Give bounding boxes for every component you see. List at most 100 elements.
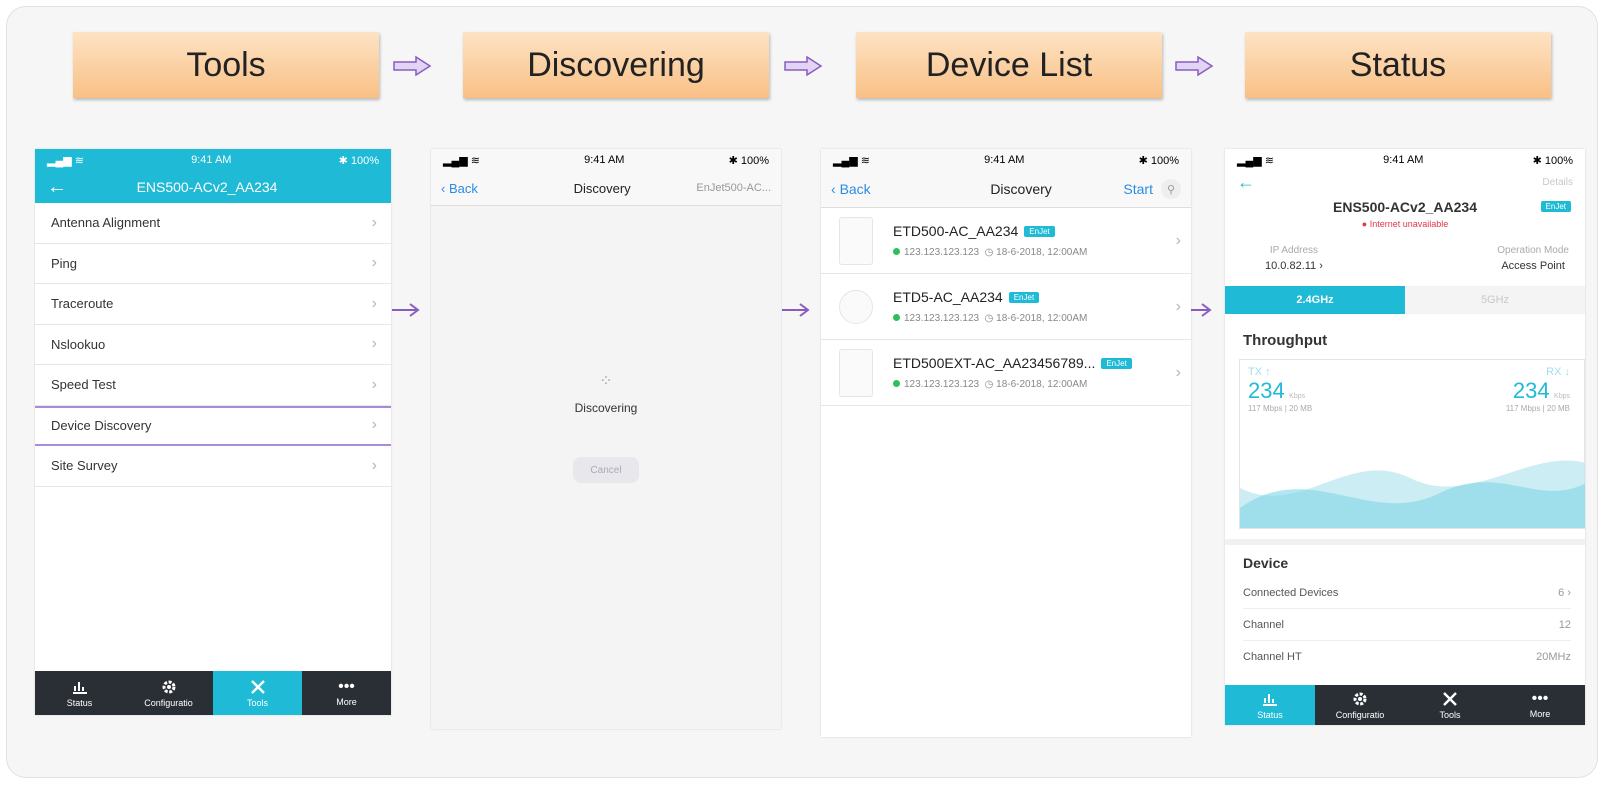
flow-arrow-icon [1175,55,1214,77]
back-arrow-icon[interactable]: ← [47,176,107,199]
status-bar: ▂▄▆ ≋ 9:41 AM ✱ 100% [35,149,391,171]
menu-item-label: Antenna Alignment [51,215,161,231]
tab-more[interactable]: ••• More [1495,685,1585,725]
tab-label: Status [1257,709,1283,720]
tx-unit: Kbps [1289,393,1306,400]
row-label: Channel [1243,618,1284,631]
search-icon[interactable]: ⚲ [1160,179,1181,199]
nav-bar: ← Details [1225,171,1585,193]
device-section-title: Device [1243,555,1289,571]
rx-unit: Kbps [1554,393,1570,400]
battery-text: ✱ 100% [728,154,769,167]
tab-2-4ghz[interactable]: 2.4GHz [1225,286,1405,314]
cancel-button[interactable]: Cancel [573,457,639,483]
tab-status[interactable]: Status [1225,685,1315,725]
device-row[interactable]: ETD500EXT-AC_AA23456789... EnJet 123.123.… [821,340,1191,406]
device-badge: EnJet [1101,358,1132,370]
page-title: Discovery [990,181,1052,197]
tab-more[interactable]: ••• More [302,671,391,715]
tab-configuration[interactable]: Configuratio [1315,685,1405,725]
back-arrow-icon[interactable]: ← [1237,172,1255,193]
start-button[interactable]: Start [1123,181,1153,197]
back-label: Back [839,181,871,197]
device-name-label: EnJet500-AC... [696,182,771,194]
device-badge: EnJet [1540,201,1571,212]
device-summary: ENS500-ACv2_AA234 EnJet ● Internet unava… [1225,193,1585,229]
menu-item-device-discovery[interactable]: Device Discovery › [35,405,391,446]
flow-arrow-icon [393,55,432,77]
tab-bar: Status Configuratio Tools ••• More [1225,685,1585,725]
row-value: 20MHz [1536,651,1571,663]
chevron-right-icon: › [371,335,377,353]
tab-5ghz[interactable]: 5GHz [1405,286,1585,314]
device-name: ENS500-ACv2_AA234 [1333,199,1477,215]
tab-bar: Status Configuratio Tools ••• More [35,671,391,715]
throughput-wave [1240,460,1585,528]
tab-label: Configuratio [144,697,193,708]
chevron-right-icon: › [371,416,377,434]
menu-item-label: Device Discovery [51,417,152,433]
mode-value: Access Point [1501,260,1565,272]
slide-frame: Tools Discovering Device List Status ▂▄▆… [6,6,1598,778]
tools-icon [1443,691,1457,706]
back-button[interactable]: ‹ Back [441,181,478,196]
status-chart-icon [1263,693,1277,706]
tools-icon [250,679,265,694]
info-row-connected-devices[interactable]: Connected Devices 6 › [1243,577,1571,609]
device-name: ETD500-AC_AA234 [893,223,1019,239]
phone-discovering: ▂▄▆ ≋ 9:41 AM ✱ 100% ‹ Back Discovery En… [431,149,781,729]
time-text: 9:41 AM [984,154,1025,166]
device-ip: 123.123.123.123 [904,247,980,258]
tab-tools[interactable]: Tools [1405,685,1495,725]
chevron-right-icon: › [371,456,377,474]
device-time: ◷ 18-6-2018, 12:00AM [984,247,1088,258]
battery-text: ✱ 100% [338,154,379,167]
menu-item-site-survey[interactable]: Site Survey › [35,446,391,487]
ip-value[interactable]: 10.0.82.11 › [1265,260,1323,272]
tab-status[interactable]: Status [35,671,124,715]
tx-panel: TX ↑ 234 Kbps 117 Mbps | 20 MB [1248,366,1312,413]
menu-item-antenna-alignment[interactable]: Antenna Alignment › [35,203,391,244]
step-device-list: Device List [856,32,1162,98]
back-button[interactable]: ‹ Back [831,181,871,197]
online-dot-icon [893,314,900,321]
time-text: 9:41 AM [191,154,232,166]
rx-label: RX ↓ [1546,366,1570,378]
nav-bar: ← ENS500-ACv2_AA234 [35,171,391,203]
menu-item-ping[interactable]: Ping › [35,244,391,284]
device-section: Device Connected Devices 6 › Channel 12 Ch… [1225,539,1585,673]
step-tools: Tools [73,32,379,98]
row-label: Channel HT [1243,651,1302,663]
device-name: ETD5-AC_AA234 [893,289,1003,305]
tx-sub: 117 Mbps | 20 MB [1248,404,1313,413]
rx-panel: RX ↓ 234 Kbps 117 Mbps | 20 MB [1506,366,1570,413]
chevron-right-icon: › [371,294,377,312]
tools-menu: Antenna Alignment › Ping › Traceroute › Nsl… [35,203,391,487]
details-link[interactable]: Details [1542,177,1573,188]
device-ip: 123.123.123.123 [904,313,980,324]
menu-item-nslookup[interactable]: Nslookuo › [35,325,391,365]
chevron-right-icon: › [371,254,377,272]
menu-item-traceroute[interactable]: Traceroute › [35,284,391,325]
discovering-text: Discovering [574,401,638,415]
time-text: 9:41 AM [584,154,625,166]
throughput-title: Throughput [1243,332,1328,349]
tab-configuration[interactable]: Configuratio [124,671,213,715]
status-bar: ▂▄▆ ≋ 9:41 AM ✱ 100% [821,149,1191,171]
time-text: 9:41 AM [1383,154,1424,166]
device-row[interactable]: ETD500-AC_AA234 EnJet 123.123.123.123 ◷ 1… [821,208,1191,274]
rx-value: 234 [1512,378,1550,403]
signal-wifi-icon: ▂▄▆ ≋ [47,154,84,167]
connector-arrow-icon [782,303,810,317]
tab-tools[interactable]: Tools [213,671,302,715]
gear-icon [1353,692,1367,705]
chevron-right-icon: › [1175,231,1181,249]
menu-item-speed-test[interactable]: Speed Test › [35,365,391,406]
device-badge: EnJet [1024,226,1055,238]
battery-text: ✱ 100% [1138,154,1179,167]
more-dots-icon: ••• [338,677,355,695]
device-row[interactable]: ETD5-AC_AA234 EnJet 123.123.123.123 ◷ 18-… [821,274,1191,340]
online-dot-icon [893,248,900,255]
internet-status: ● Internet unavailable [1361,219,1449,229]
nav-bar: ‹ Back Discovery Start ⚲ [821,171,1191,207]
